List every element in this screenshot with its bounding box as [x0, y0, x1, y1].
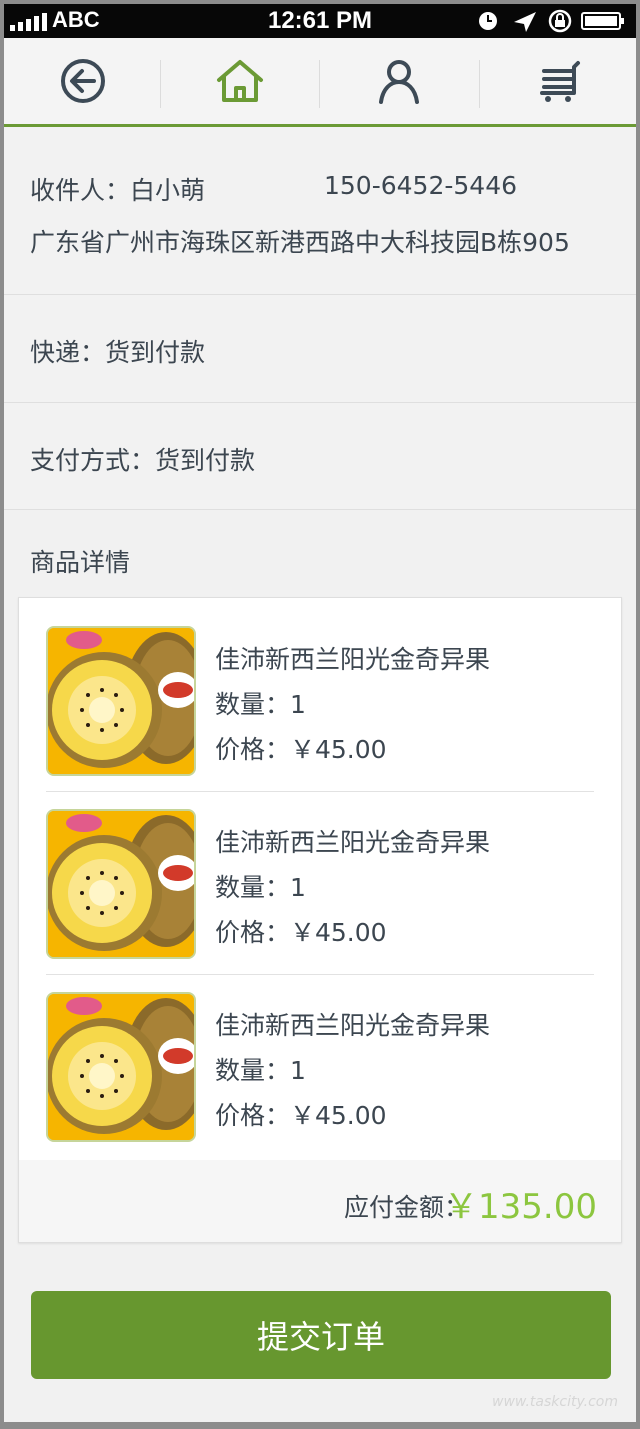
cart-button[interactable]: [480, 38, 636, 124]
rotation-lock-icon: [548, 9, 572, 33]
recipient-name: 收件人：白小萌: [30, 176, 206, 205]
watermark: www.taskcity.com: [492, 1394, 618, 1410]
location-icon: [514, 12, 536, 32]
delivery-method: 快递：货到付款: [30, 338, 206, 367]
payment-section[interactable]: 支付方式：货到付款: [4, 403, 636, 510]
phone-screen: ABC 12:61 PM 收件人：白小萌 150-6452-5446 广东省广州…: [4, 4, 636, 1422]
product-item[interactable]: 佳沛新西兰阳光金奇异果 数量：1 价格：￥45.00: [19, 598, 621, 781]
user-icon: [379, 60, 419, 104]
recipient-address: 广东省广州市海珠区新港西路中大科技园B栋905: [30, 228, 570, 257]
user-button[interactable]: [320, 38, 478, 124]
product-card: 佳沛新西兰阳光金奇异果 数量：1 价格：￥45.00 佳沛新西兰阳光金奇异果 数…: [18, 597, 622, 1243]
product-name: 佳沛新西兰阳光金奇异果: [215, 1011, 491, 1040]
details-heading: 商品详情: [30, 548, 131, 577]
product-name: 佳沛新西兰阳光金奇异果: [215, 645, 491, 674]
recipient-section[interactable]: 收件人：白小萌 150-6452-5446 广东省广州市海珠区新港西路中大科技园…: [4, 127, 636, 295]
delivery-section[interactable]: 快递：货到付款: [4, 295, 636, 403]
product-price: 价格：￥45.00: [215, 918, 387, 947]
product-price: 价格：￥45.00: [215, 735, 387, 764]
total-bar: 应付金额： ￥135.00: [19, 1160, 621, 1242]
product-quantity: 数量：1: [215, 873, 306, 902]
product-image: [46, 626, 196, 776]
payment-method: 支付方式：货到付款: [30, 446, 256, 475]
alarm-icon: [479, 12, 497, 30]
back-button[interactable]: [4, 38, 162, 124]
battery-icon: [581, 12, 624, 30]
product-name: 佳沛新西兰阳光金奇异果: [215, 828, 491, 857]
home-icon: [217, 60, 263, 102]
top-toolbar: [4, 38, 636, 127]
cart-icon: [540, 61, 580, 102]
submit-order-button[interactable]: 提交订单: [31, 1291, 611, 1379]
product-price: 价格：￥45.00: [215, 1101, 387, 1130]
product-quantity: 数量：1: [215, 690, 306, 719]
status-icons: [479, 9, 624, 33]
product-image: [46, 992, 196, 1142]
product-item[interactable]: 佳沛新西兰阳光金奇异果 数量：1 价格：￥45.00: [19, 781, 621, 964]
product-quantity: 数量：1: [215, 1056, 306, 1085]
product-item[interactable]: 佳沛新西兰阳光金奇异果 数量：1 价格：￥45.00: [19, 964, 621, 1147]
recipient-phone: 150-6452-5446: [324, 171, 518, 200]
back-arrow-icon: [61, 59, 105, 103]
product-image: [46, 809, 196, 959]
total-amount: ￥135.00: [444, 1187, 597, 1227]
home-button[interactable]: [161, 38, 319, 124]
status-bar: ABC 12:61 PM: [4, 4, 636, 38]
